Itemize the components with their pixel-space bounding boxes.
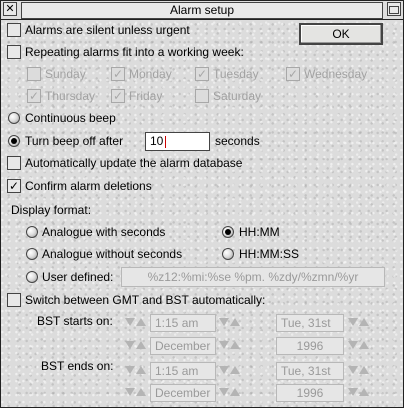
confirm-deletions-checkbox[interactable]: ✓ — [7, 179, 21, 193]
auto-update-db-checkbox[interactable] — [7, 156, 21, 170]
up-arrow-icon[interactable] — [136, 366, 146, 374]
tuesday-checkbox[interactable]: ✓ — [195, 67, 209, 81]
beep-seconds-input[interactable]: 10 — [145, 132, 210, 151]
alarm-setup-window: ✕ Alarm setup OK Alarms are silent unles… — [0, 0, 404, 408]
up-arrow-icon[interactable] — [359, 388, 369, 396]
bst-end-day-field[interactable]: Tue, 31st — [276, 362, 344, 380]
user-defined-label: User defined: — [42, 270, 114, 284]
up-arrow-icon[interactable] — [230, 388, 240, 396]
friday-checkbox[interactable]: ✓ — [111, 89, 125, 103]
beep-off-after-label: Turn beep off after — [25, 134, 124, 148]
bst-start-day-field[interactable]: Tue, 31st — [276, 314, 344, 332]
tick-icon: ✓ — [112, 67, 124, 81]
up-arrow-icon[interactable] — [230, 366, 240, 374]
bst-start-month-field[interactable]: December — [150, 337, 216, 355]
bst-start-time-field[interactable]: 1:15 am — [150, 314, 216, 332]
bst-end-month-field[interactable]: December — [150, 384, 216, 402]
up-arrow-icon[interactable] — [136, 388, 146, 396]
bst-starts-label: BST starts on: — [37, 314, 113, 328]
up-arrow-icon[interactable] — [136, 318, 146, 326]
beep-off-after-radio[interactable] — [8, 135, 20, 147]
display-format-heading: Display format: — [11, 203, 92, 217]
bst-start-year-field[interactable]: 1996 — [276, 337, 344, 355]
up-arrow-icon[interactable] — [230, 318, 240, 326]
close-icon[interactable]: ✕ — [3, 2, 17, 16]
silent-unless-urgent-label: Alarms are silent unless urgent — [25, 23, 190, 37]
up-arrow-icon[interactable] — [359, 366, 369, 374]
switch-gmt-bst-checkbox[interactable] — [7, 293, 21, 307]
down-arrow-icon[interactable] — [219, 388, 229, 396]
tick-icon: ✓ — [287, 67, 299, 81]
wednesday-label: Wednesday — [304, 67, 368, 81]
analogue-with-seconds-radio[interactable] — [26, 226, 38, 238]
saturday-checkbox[interactable] — [195, 89, 209, 103]
continuous-beep-radio[interactable] — [8, 112, 20, 124]
saturday-label: Saturday — [213, 89, 262, 103]
sunday-label: Sunday — [45, 67, 86, 81]
down-arrow-icon[interactable] — [125, 366, 135, 374]
thursday-checkbox[interactable]: ✓ — [27, 89, 41, 103]
down-arrow-icon[interactable] — [219, 341, 229, 349]
down-arrow-icon[interactable] — [125, 341, 135, 349]
monday-label: Monday — [129, 67, 172, 81]
continuous-beep-label: Continuous beep — [25, 111, 116, 125]
thursday-label: Thursday — [45, 89, 96, 103]
up-arrow-icon[interactable] — [136, 341, 146, 349]
up-arrow-icon[interactable] — [230, 341, 240, 349]
confirm-deletions-label: Confirm alarm deletions — [25, 179, 152, 193]
tick-icon: ✓ — [112, 89, 124, 103]
ok-button[interactable]: OK — [299, 23, 383, 45]
auto-update-db-label: Automatically update the alarm database — [25, 156, 243, 170]
switch-gmt-bst-label: Switch between GMT and BST automatically… — [25, 293, 266, 307]
bst-end-year-field[interactable]: 1996 — [276, 384, 344, 402]
sunday-checkbox[interactable] — [27, 67, 41, 81]
down-arrow-icon[interactable] — [219, 366, 229, 374]
analogue-without-seconds-label: Analogue without seconds — [42, 247, 183, 261]
up-arrow-icon[interactable] — [359, 341, 369, 349]
hhmmss-radio[interactable] — [222, 248, 234, 260]
up-arrow-icon[interactable] — [359, 318, 369, 326]
friday-label: Friday — [129, 89, 163, 103]
tick-icon: ✓ — [28, 89, 40, 103]
hhmm-radio[interactable] — [222, 226, 234, 238]
title-bar: ✕ Alarm setup — [1, 1, 403, 20]
down-arrow-icon[interactable] — [125, 388, 135, 396]
analogue-with-seconds-label: Analogue with seconds — [42, 225, 166, 239]
tick-icon: ✓ — [196, 67, 208, 81]
working-week-checkbox[interactable] — [7, 45, 21, 59]
working-week-label: Repeating alarms fit into a working week… — [25, 45, 244, 59]
bst-ends-label: BST ends on: — [41, 359, 114, 373]
hhmmss-label: HH:MM:SS — [239, 247, 299, 261]
down-arrow-icon[interactable] — [348, 366, 358, 374]
toggle-size-icon[interactable] — [387, 2, 401, 16]
tick-icon: ✓ — [8, 179, 20, 193]
wednesday-checkbox[interactable]: ✓ — [286, 67, 300, 81]
bst-end-time-field[interactable]: 1:15 am — [150, 362, 216, 380]
beep-seconds-value: 10 — [150, 134, 164, 148]
silent-unless-urgent-checkbox[interactable] — [7, 23, 21, 37]
down-arrow-icon[interactable] — [348, 318, 358, 326]
window-title[interactable]: Alarm setup — [21, 2, 383, 19]
tuesday-label: Tuesday — [213, 67, 259, 81]
down-arrow-icon[interactable] — [348, 388, 358, 396]
down-arrow-icon[interactable] — [219, 318, 229, 326]
down-arrow-icon[interactable] — [125, 318, 135, 326]
user-defined-format-input[interactable]: %z12:%mi:%se %pm. %zdy/%zmn/%yr — [121, 267, 385, 287]
hhmm-label: HH:MM — [239, 225, 280, 239]
monday-checkbox[interactable]: ✓ — [111, 67, 125, 81]
beep-seconds-unit: seconds — [215, 134, 260, 148]
user-defined-radio[interactable] — [26, 271, 38, 283]
down-arrow-icon[interactable] — [348, 341, 358, 349]
analogue-without-seconds-radio[interactable] — [26, 248, 38, 260]
